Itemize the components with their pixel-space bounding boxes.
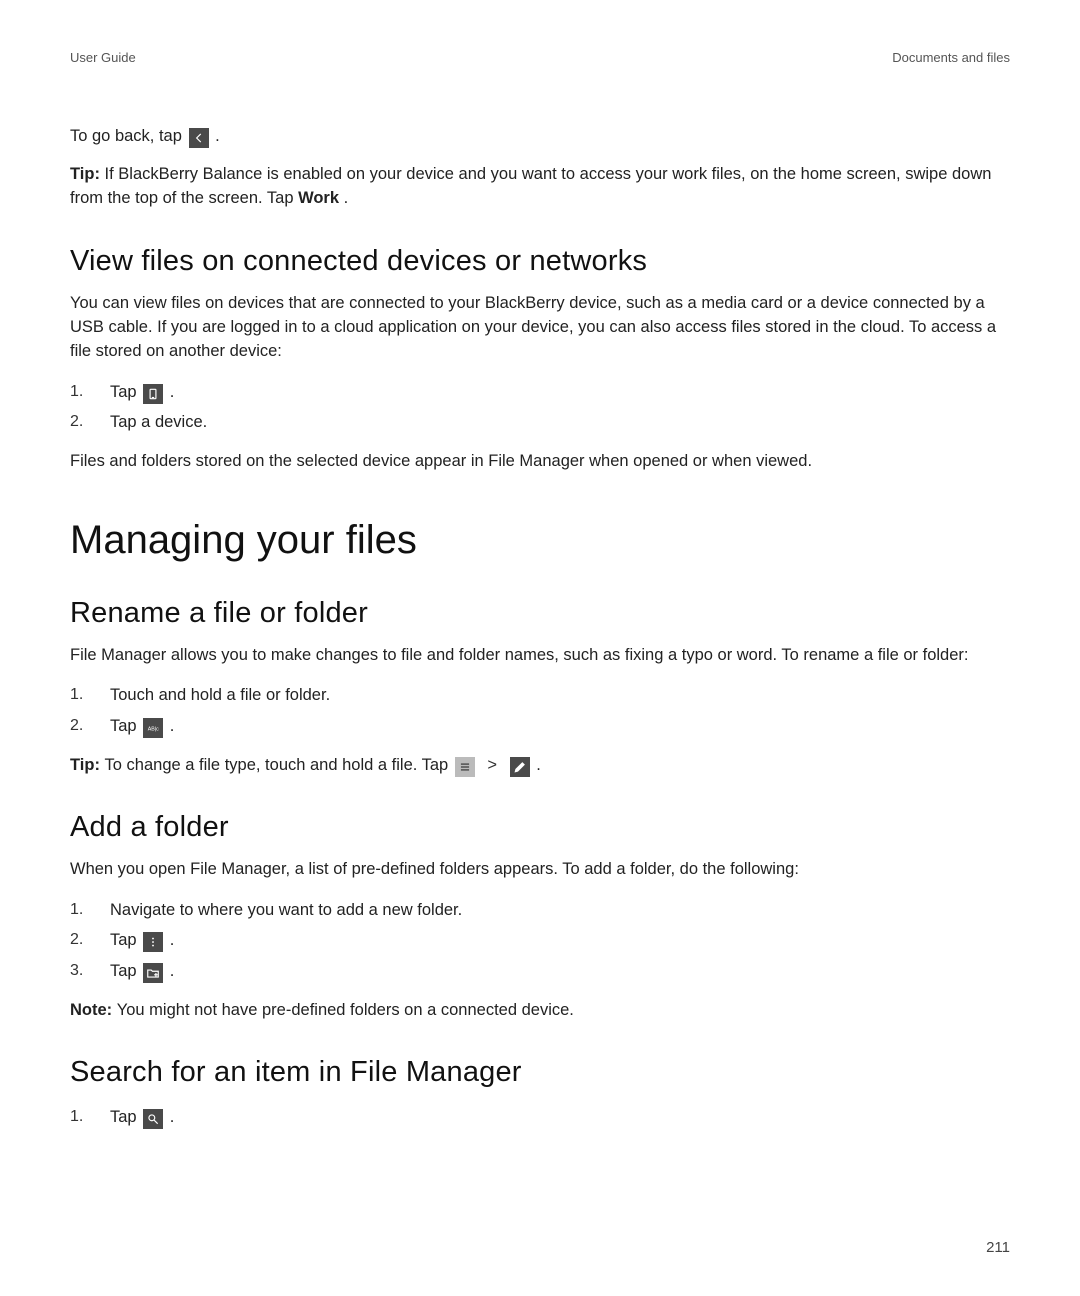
list-item: Touch and hold a file or folder.: [70, 681, 1010, 709]
tip-label: Tip:: [70, 756, 105, 774]
step-text: Navigate to where you want to add a new …: [110, 901, 462, 919]
list-item: Tap .: [70, 926, 1010, 954]
go-back-line: To go back, tap .: [70, 125, 1010, 149]
step-text: Tap: [110, 931, 141, 949]
rename-tip-text: To change a file type, touch and hold a …: [105, 756, 453, 774]
step-text: Tap: [110, 962, 141, 980]
step-text: Touch and hold a file or folder.: [110, 686, 330, 704]
header-right: Documents and files: [892, 50, 1010, 65]
list-item: Tap .: [70, 1103, 1010, 1131]
view-files-after: Files and folders stored on the selected…: [70, 450, 1010, 474]
add-folder-para: When you open File Manager, a list of pr…: [70, 858, 1010, 882]
note-text: You might not have pre-defined folders o…: [117, 1001, 574, 1019]
page-number: 211: [986, 1239, 1010, 1256]
rename-para: File Manager allows you to make changes …: [70, 644, 1010, 668]
page: User Guide Documents and files To go bac…: [0, 0, 1080, 1296]
properties-icon: [455, 757, 475, 777]
list-item: Tap a device.: [70, 408, 1010, 436]
list-item: Tap .: [70, 957, 1010, 985]
tip-text-2: .: [339, 189, 348, 207]
rename-steps: Touch and hold a file or folder. Tap AB|…: [70, 681, 1010, 739]
heading-rename: Rename a file or folder: [70, 597, 1010, 630]
view-files-para: You can view files on devices that are c…: [70, 292, 1010, 364]
tip-label: Tip:: [70, 165, 105, 183]
edit-icon: [510, 757, 530, 777]
list-item: Navigate to where you want to add a new …: [70, 896, 1010, 924]
svg-text:AB|c: AB|c: [148, 726, 159, 732]
heading-view-files: View files on connected devices or netwo…: [70, 245, 1010, 278]
note-label: Note:: [70, 1001, 117, 1019]
back-icon: [189, 128, 209, 148]
go-back-text: To go back, tap: [70, 127, 187, 145]
chapter-heading: Managing your files: [70, 518, 1010, 563]
device-icon: [143, 384, 163, 404]
search-icon: [143, 1109, 163, 1129]
rename-icon: AB|c: [143, 718, 163, 738]
list-item: Tap .: [70, 378, 1010, 406]
step-text: Tap: [110, 717, 141, 735]
tip-work-bold: Work: [298, 189, 339, 207]
heading-search: Search for an item in File Manager: [70, 1056, 1010, 1089]
add-folder-icon: [143, 963, 163, 983]
add-folder-steps: Navigate to where you want to add a new …: [70, 896, 1010, 984]
header-left: User Guide: [70, 50, 136, 65]
step-text: Tap: [110, 383, 141, 401]
add-folder-note: Note: You might not have pre-defined fol…: [70, 999, 1010, 1023]
step-text: Tap a device.: [110, 413, 207, 431]
tip-balance: Tip: If BlackBerry Balance is enabled on…: [70, 163, 1010, 211]
heading-add-folder: Add a folder: [70, 811, 1010, 844]
more-icon: [143, 932, 163, 952]
running-header: User Guide Documents and files: [70, 50, 1010, 65]
view-files-steps: Tap . Tap a device.: [70, 378, 1010, 436]
rename-tip: Tip: To change a file type, touch and ho…: [70, 754, 1010, 778]
search-steps: Tap .: [70, 1103, 1010, 1131]
tip-text-1: If BlackBerry Balance is enabled on your…: [70, 165, 991, 207]
breadcrumb-separator: >: [487, 754, 497, 778]
list-item: Tap AB|c .: [70, 712, 1010, 740]
step-text: Tap: [110, 1108, 141, 1126]
